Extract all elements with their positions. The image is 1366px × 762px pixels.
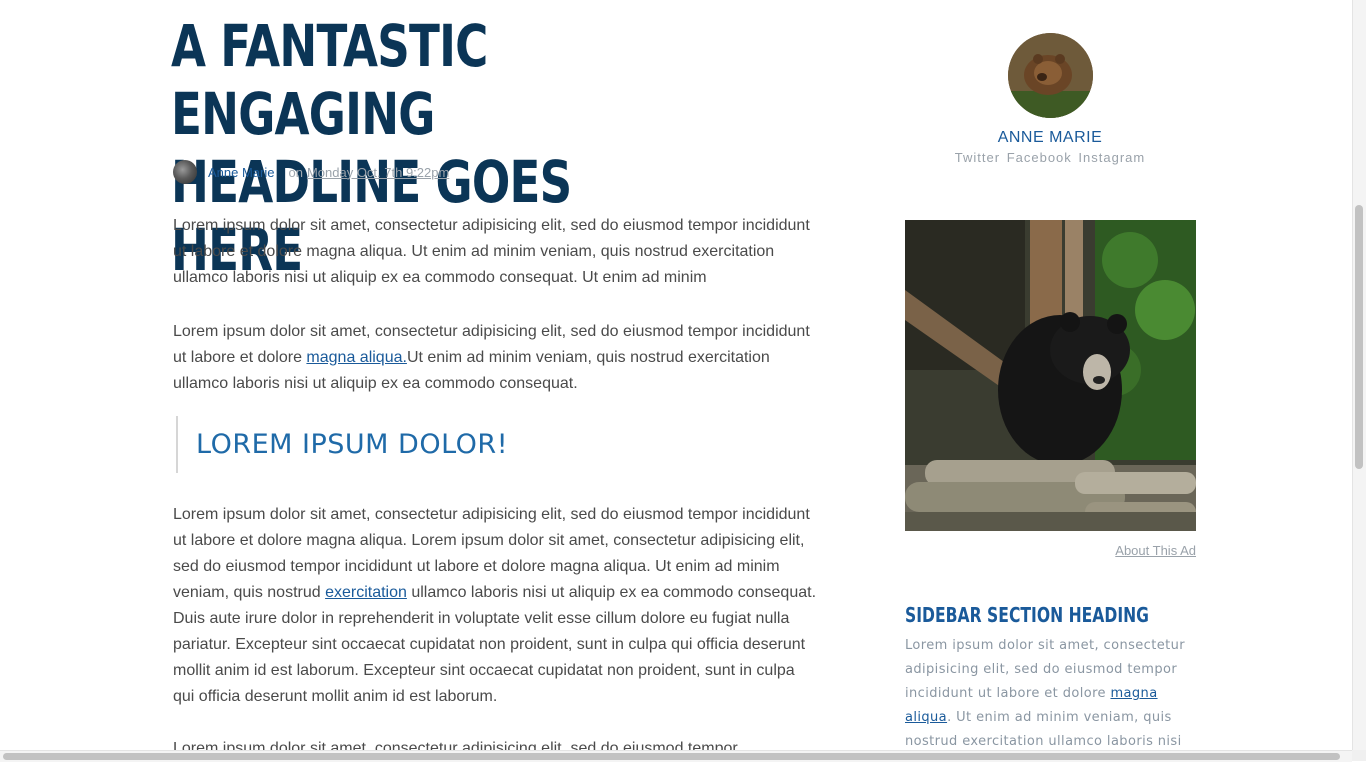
article-paragraph: Lorem ipsum dolor sit amet, consectetur … — [173, 217, 810, 286]
post-date-link[interactable]: Monday Oct. 7th 9:22pm — [307, 165, 449, 180]
sidebar-section-heading: SIDEBAR SECTION HEADING — [905, 603, 1149, 627]
about-this-ad-link[interactable]: About This Ad — [1050, 543, 1196, 558]
sidebar-section-text: Lorem ipsum dolor sit amet, consectetur … — [905, 634, 1195, 750]
inline-link-magna-aliqua[interactable]: magna aliqua. — [306, 349, 407, 366]
article-paragraph: Lorem ipsum dolor sit amet, consectetur … — [173, 319, 818, 397]
paragraph-text: ullamco laboris nisi ut aliquip ex ea co… — [173, 584, 817, 705]
facebook-link[interactable]: Facebook — [1007, 150, 1072, 165]
article-page: A FANTASTIC ENGAGING HEADLINE GOES HERE … — [0, 0, 1352, 750]
social-links: Twitter Facebook Instagram — [905, 150, 1195, 165]
horizontal-scrollbar-thumb[interactable] — [3, 753, 1340, 760]
pullquote: LOREM IPSUM DOLOR! — [176, 416, 508, 473]
vertical-scrollbar-thumb[interactable] — [1355, 205, 1363, 469]
author-link[interactable]: Anne Marie — [208, 165, 274, 180]
profile-name[interactable]: ANNE MARIE — [905, 129, 1195, 147]
scrollbar-corner — [1352, 750, 1366, 761]
author-avatar[interactable] — [173, 160, 197, 184]
bear-photo-icon — [1008, 33, 1093, 118]
bear-ad-photo — [905, 220, 1196, 531]
article-paragraph: Lorem ipsum dolor sit amet, consectetur … — [173, 502, 818, 710]
byline: Anne Marie on Monday Oct. 7th 9:22pm — [173, 159, 449, 185]
pullquote-text: LOREM IPSUM DOLOR! — [196, 429, 509, 460]
sidebar-text: . Ut enim ad minim veniam, quis nostrud … — [905, 710, 1182, 749]
inline-link-exercitation[interactable]: exercitation — [325, 584, 407, 601]
byline-on-label: on — [288, 164, 303, 180]
article-paragraph: Lorem ipsum dolor sit amet, consectetur … — [173, 740, 738, 750]
instagram-link[interactable]: Instagram — [1078, 150, 1145, 165]
profile-avatar[interactable] — [1008, 33, 1093, 118]
ad-image[interactable] — [905, 220, 1196, 531]
twitter-link[interactable]: Twitter — [955, 150, 1000, 165]
